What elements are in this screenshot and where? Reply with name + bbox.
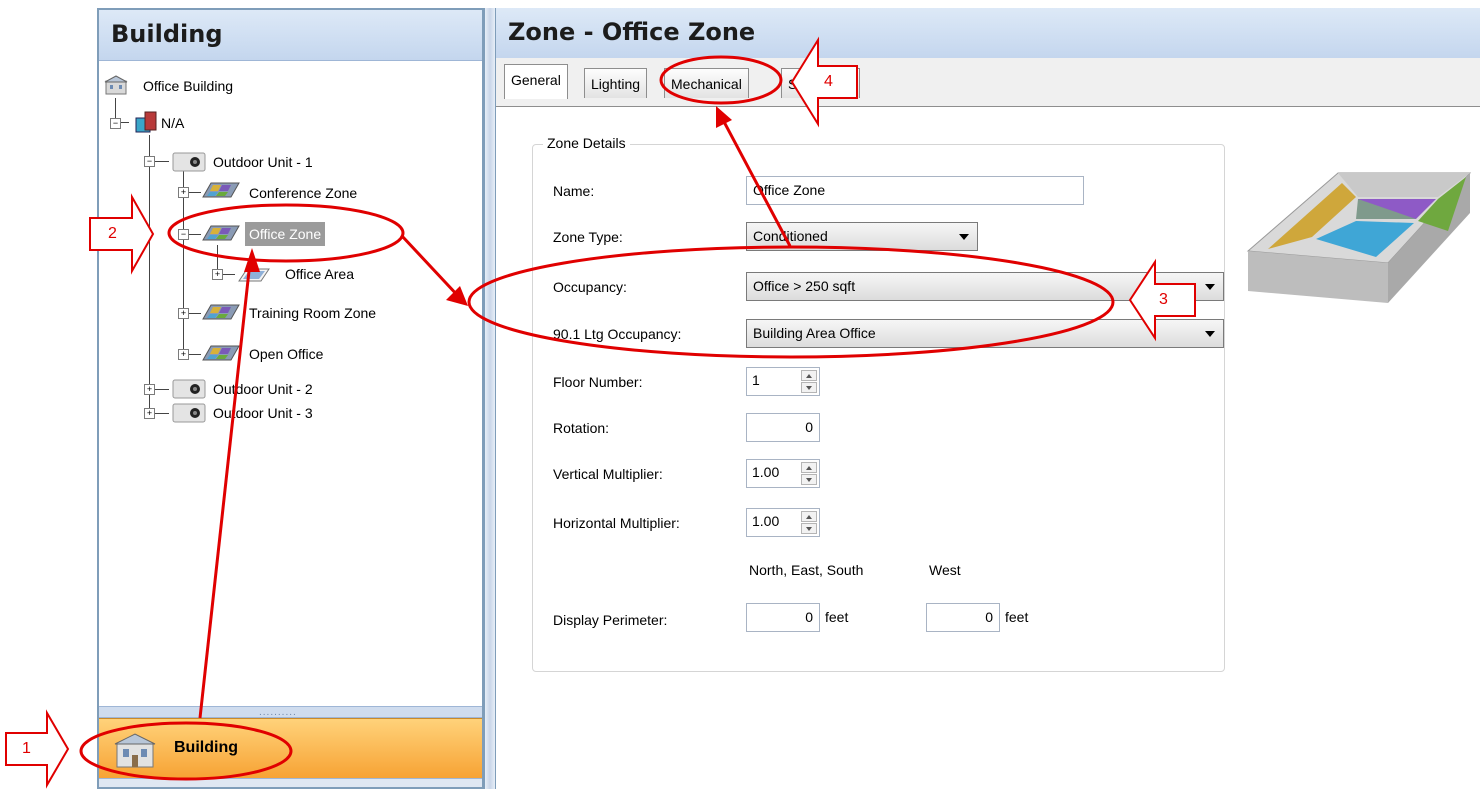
annotation-callout-2: 2 (108, 225, 117, 242)
annotation-ellipse-building (79, 721, 293, 781)
annotation-ellipse-mechanical (659, 55, 783, 105)
annotation-callout-1: 1 (22, 740, 31, 757)
annotation-ellipse-occupancy (467, 245, 1115, 359)
annotation-arrowhead (446, 286, 468, 306)
annotation-block-arrow-2 (89, 193, 155, 275)
annotation-block-arrow-1 (5, 709, 70, 789)
annotation-callout-3: 3 (1159, 291, 1168, 308)
tab-general[interactable]: General (504, 64, 568, 99)
annotation-callout-4: 4 (824, 73, 833, 90)
annotation-arrow-line (198, 261, 252, 719)
annotation-arrow-line (400, 234, 462, 300)
annotation-overlay (5, 36, 1196, 789)
annotation-ellipse-office-zone (167, 203, 405, 263)
annotation-arrow-line (720, 117, 792, 247)
